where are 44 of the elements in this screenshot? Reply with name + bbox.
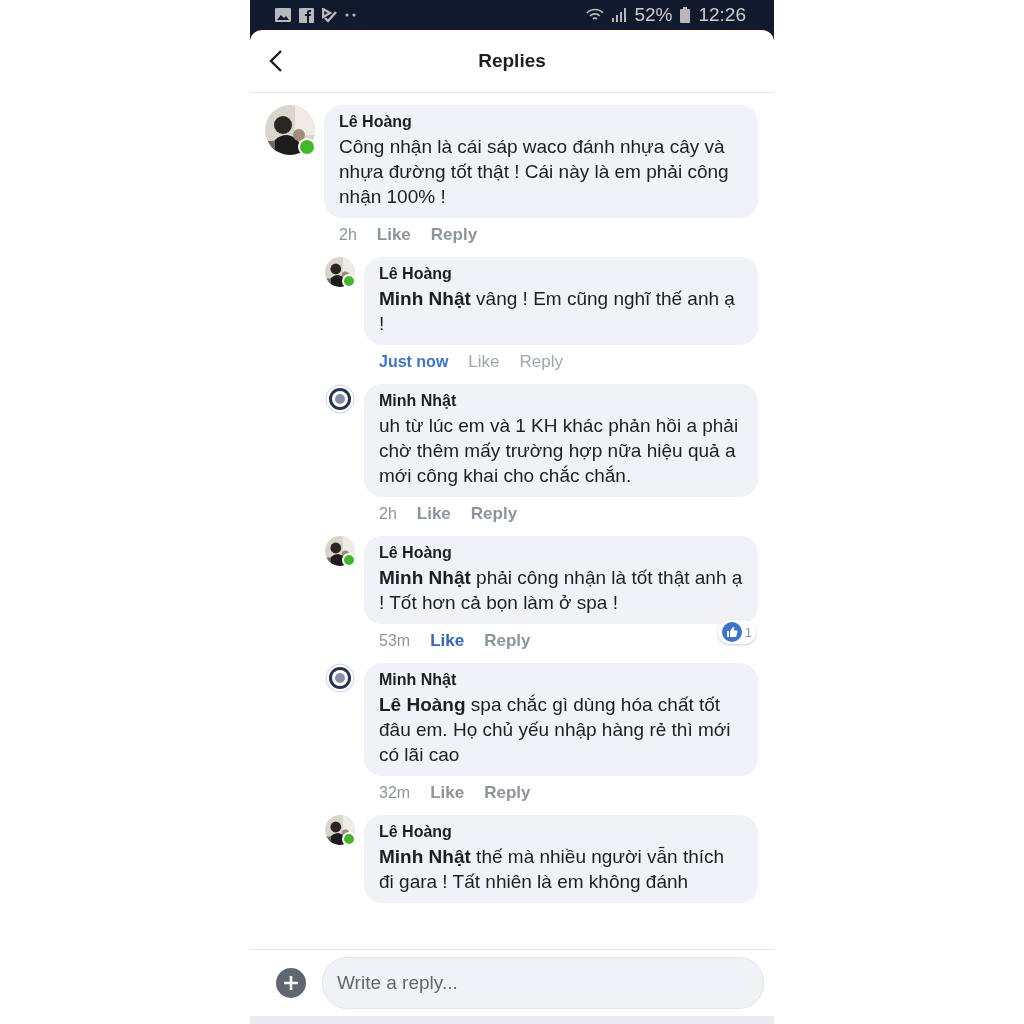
battery-percent: 52%: [634, 4, 673, 26]
image-icon: [275, 8, 291, 22]
wifi-icon: [586, 8, 605, 22]
like-button[interactable]: Like: [376, 225, 411, 245]
emblem-icon: [325, 384, 355, 414]
comment-time: 2h: [379, 505, 397, 523]
comment-time: 2h: [339, 226, 357, 244]
reply-button[interactable]: Reply: [470, 504, 518, 524]
comment-author[interactable]: Minh Nhật: [379, 671, 743, 689]
clock: 12:26: [698, 4, 746, 26]
reply-field[interactable]: Write a reply...: [322, 957, 764, 1009]
comment-time: Just now: [379, 353, 449, 371]
comment-author[interactable]: Lê Hoàng: [339, 113, 743, 131]
comment-text: Lê Hoàng spa chắc gì dùng hóa chất tốt đâu em. Họ chủ yếu nhập hàng rẻ thì mới có lãi cao: [379, 693, 732, 767]
check-icon: [322, 7, 337, 23]
reply-button[interactable]: Reply: [519, 352, 563, 372]
comment-author[interactable]: Lê Hoàng: [379, 544, 743, 562]
add-icon[interactable]: [276, 968, 306, 998]
reaction-badge[interactable]: 1: [717, 620, 756, 644]
page-title: Replies: [478, 50, 546, 72]
dots-icon: [345, 13, 357, 17]
reply-button[interactable]: Reply: [430, 225, 478, 245]
comment-text: Minh Nhật thế mà nhiều người vẫn thích đi gara ! Tất nhiên là em không đánh: [379, 845, 726, 894]
like-button[interactable]: Like: [416, 504, 451, 524]
like-button[interactable]: Like: [468, 352, 500, 372]
reaction-count: 1: [744, 624, 752, 640]
comment-time: 32m: [379, 784, 411, 802]
comment-text: uh từ lúc em và 1 KH khác phản hồi a phải chờ thêm mấy trường hợp nữa hiệu quả a mới công khai cho chắc chắn.: [379, 414, 740, 488]
emblem-icon: [325, 663, 355, 693]
like-button[interactable]: Like: [430, 783, 465, 803]
comment-text: Minh Nhật phải công nhận là tốt thật anh ạ ! Tốt hơn cả bọn làm ở spa !: [379, 566, 743, 615]
comment-author[interactable]: Lê Hoàng: [379, 823, 743, 841]
comment-author[interactable]: Minh Nhật: [379, 392, 743, 410]
comment-author[interactable]: Lê Hoàng: [379, 265, 743, 283]
comment-text: Minh Nhật vâng ! Em cũng nghĩ thế anh ạ !: [379, 287, 736, 336]
reply-button[interactable]: Reply: [484, 631, 531, 651]
battery-icon: [680, 7, 691, 23]
thumbs-up-icon: [721, 622, 742, 642]
comment-text: Công nhận là cái sáp waco đánh nhựa cây và nhựa đường tốt thật ! Cái này là em phải công nhận 100% !: [339, 135, 730, 209]
signal-icon: [612, 8, 627, 22]
facebook-icon: [299, 7, 314, 23]
comment-time: 53m: [379, 632, 411, 650]
reply-button[interactable]: Reply: [484, 783, 531, 803]
like-button[interactable]: Like: [430, 631, 465, 651]
